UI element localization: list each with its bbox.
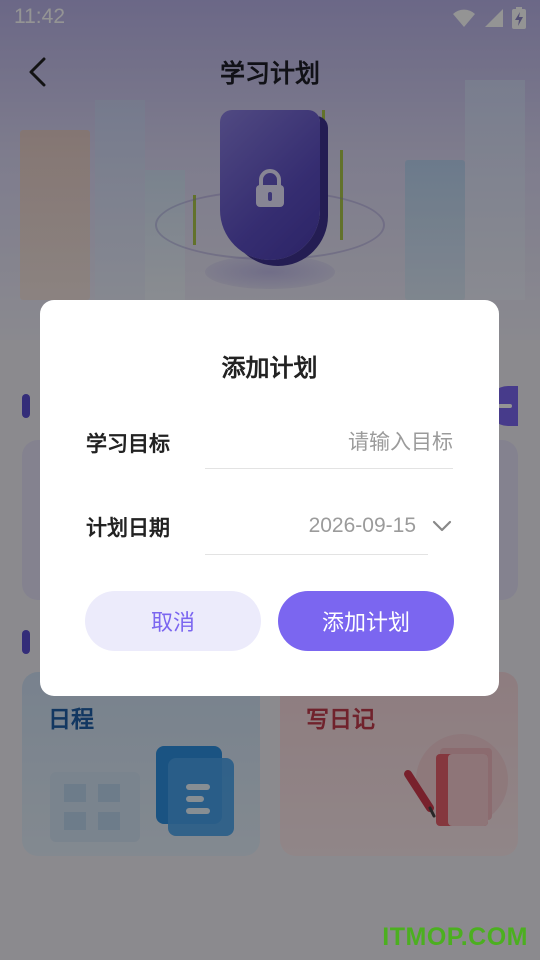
- date-picker-field[interactable]: 2026-09-15: [205, 500, 428, 555]
- goal-label: 学习目标: [86, 432, 170, 456]
- date-label: 计划日期: [86, 516, 170, 540]
- goal-input[interactable]: [205, 415, 453, 469]
- add-plan-dialog: 添加计划 学习目标 计划日期 2026-09-15 取消 添加计划: [40, 300, 499, 696]
- date-value: 2026-09-15: [308, 514, 416, 537]
- chevron-down-icon[interactable]: [430, 514, 454, 538]
- watermark-logo: ITMOP.COM: [382, 923, 528, 951]
- app-screen: 11:42 学习计划 日程 写日记 添加计划 学习目标 请输入目标 计划日期 2…: [0, 0, 540, 960]
- cancel-button[interactable]: 取消: [85, 591, 261, 651]
- dialog-title: 添加计划: [221, 354, 318, 382]
- add-plan-button[interactable]: 添加计划: [278, 591, 454, 651]
